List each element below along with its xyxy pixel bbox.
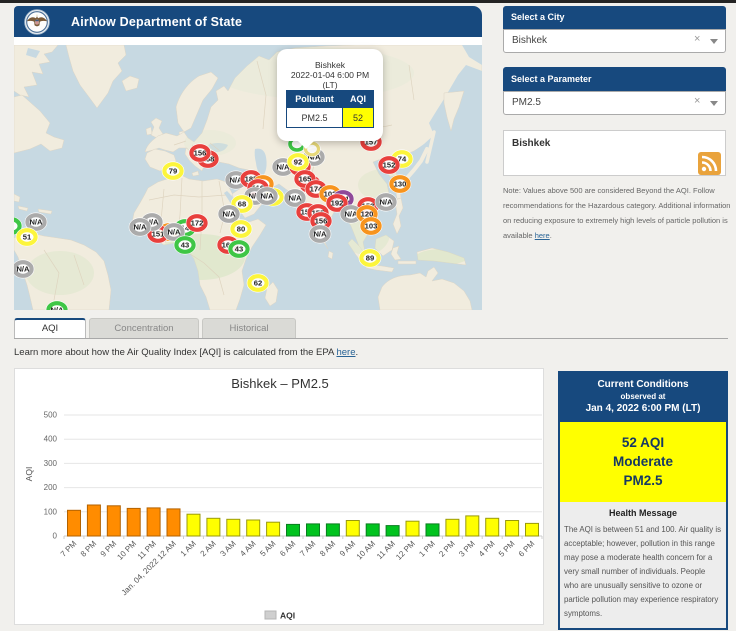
svg-text:1 PM: 1 PM bbox=[417, 539, 437, 559]
svg-text:400: 400 bbox=[44, 435, 58, 444]
svg-text:43: 43 bbox=[181, 241, 189, 250]
svg-text:N/A: N/A bbox=[379, 198, 393, 207]
svg-text:Bishkek – PM2.5: Bishkek – PM2.5 bbox=[231, 376, 329, 391]
svg-text:68: 68 bbox=[238, 200, 246, 209]
svg-text:172: 172 bbox=[191, 219, 204, 228]
svg-text:200: 200 bbox=[44, 483, 58, 492]
svg-text:2 AM: 2 AM bbox=[199, 539, 218, 558]
svg-text:2 PM: 2 PM bbox=[437, 539, 457, 559]
svg-text:6 PM: 6 PM bbox=[517, 539, 537, 559]
svg-text:12 PM: 12 PM bbox=[394, 539, 417, 562]
svg-text:AQI: AQI bbox=[280, 611, 295, 621]
svg-text:N/A: N/A bbox=[313, 230, 327, 239]
svg-text:152: 152 bbox=[383, 161, 396, 170]
svg-text:6 AM: 6 AM bbox=[278, 539, 297, 558]
svg-text:4 PM: 4 PM bbox=[477, 539, 497, 559]
svg-text:156: 156 bbox=[315, 217, 328, 226]
svg-text:3 AM: 3 AM bbox=[218, 539, 237, 558]
svg-text:130: 130 bbox=[394, 180, 407, 189]
svg-text:7 AM: 7 AM bbox=[298, 539, 317, 558]
svg-text:N/A: N/A bbox=[167, 228, 181, 237]
svg-text:5 PM: 5 PM bbox=[497, 539, 517, 559]
svg-text:0: 0 bbox=[53, 532, 58, 541]
svg-text:8 PM: 8 PM bbox=[79, 539, 99, 559]
svg-text:1 AM: 1 AM bbox=[179, 539, 198, 558]
svg-text:500: 500 bbox=[44, 411, 58, 420]
svg-text:100: 100 bbox=[44, 507, 58, 516]
svg-text:4 AM: 4 AM bbox=[238, 539, 257, 558]
svg-text:N/A: N/A bbox=[29, 218, 43, 227]
svg-text:192: 192 bbox=[331, 199, 344, 208]
svg-text:5 AM: 5 AM bbox=[258, 539, 277, 558]
svg-text:10 PM: 10 PM bbox=[115, 539, 138, 562]
svg-text:N/A: N/A bbox=[133, 223, 147, 232]
svg-text:N/A: N/A bbox=[222, 210, 236, 219]
svg-text:11 AM: 11 AM bbox=[375, 539, 397, 561]
svg-text:80: 80 bbox=[237, 225, 245, 234]
svg-text:N/A: N/A bbox=[50, 306, 64, 310]
svg-text:8 AM: 8 AM bbox=[318, 539, 337, 558]
svg-text:AQI: AQI bbox=[24, 467, 34, 482]
svg-text:103: 103 bbox=[365, 222, 378, 231]
svg-text:92: 92 bbox=[294, 158, 302, 167]
svg-text:51: 51 bbox=[23, 233, 32, 242]
svg-text:N/A: N/A bbox=[260, 192, 274, 201]
svg-text:N/A: N/A bbox=[16, 265, 30, 274]
svg-text:10 AM: 10 AM bbox=[355, 539, 378, 562]
svg-text:89: 89 bbox=[366, 254, 374, 263]
svg-text:N/A: N/A bbox=[288, 194, 302, 203]
svg-text:7 PM: 7 PM bbox=[59, 539, 79, 559]
svg-text:43: 43 bbox=[235, 245, 243, 254]
svg-text:62: 62 bbox=[254, 279, 262, 288]
svg-text:3 PM: 3 PM bbox=[457, 539, 477, 559]
svg-text:79: 79 bbox=[169, 167, 177, 176]
svg-text:300: 300 bbox=[44, 459, 58, 468]
svg-text:156: 156 bbox=[194, 149, 207, 158]
